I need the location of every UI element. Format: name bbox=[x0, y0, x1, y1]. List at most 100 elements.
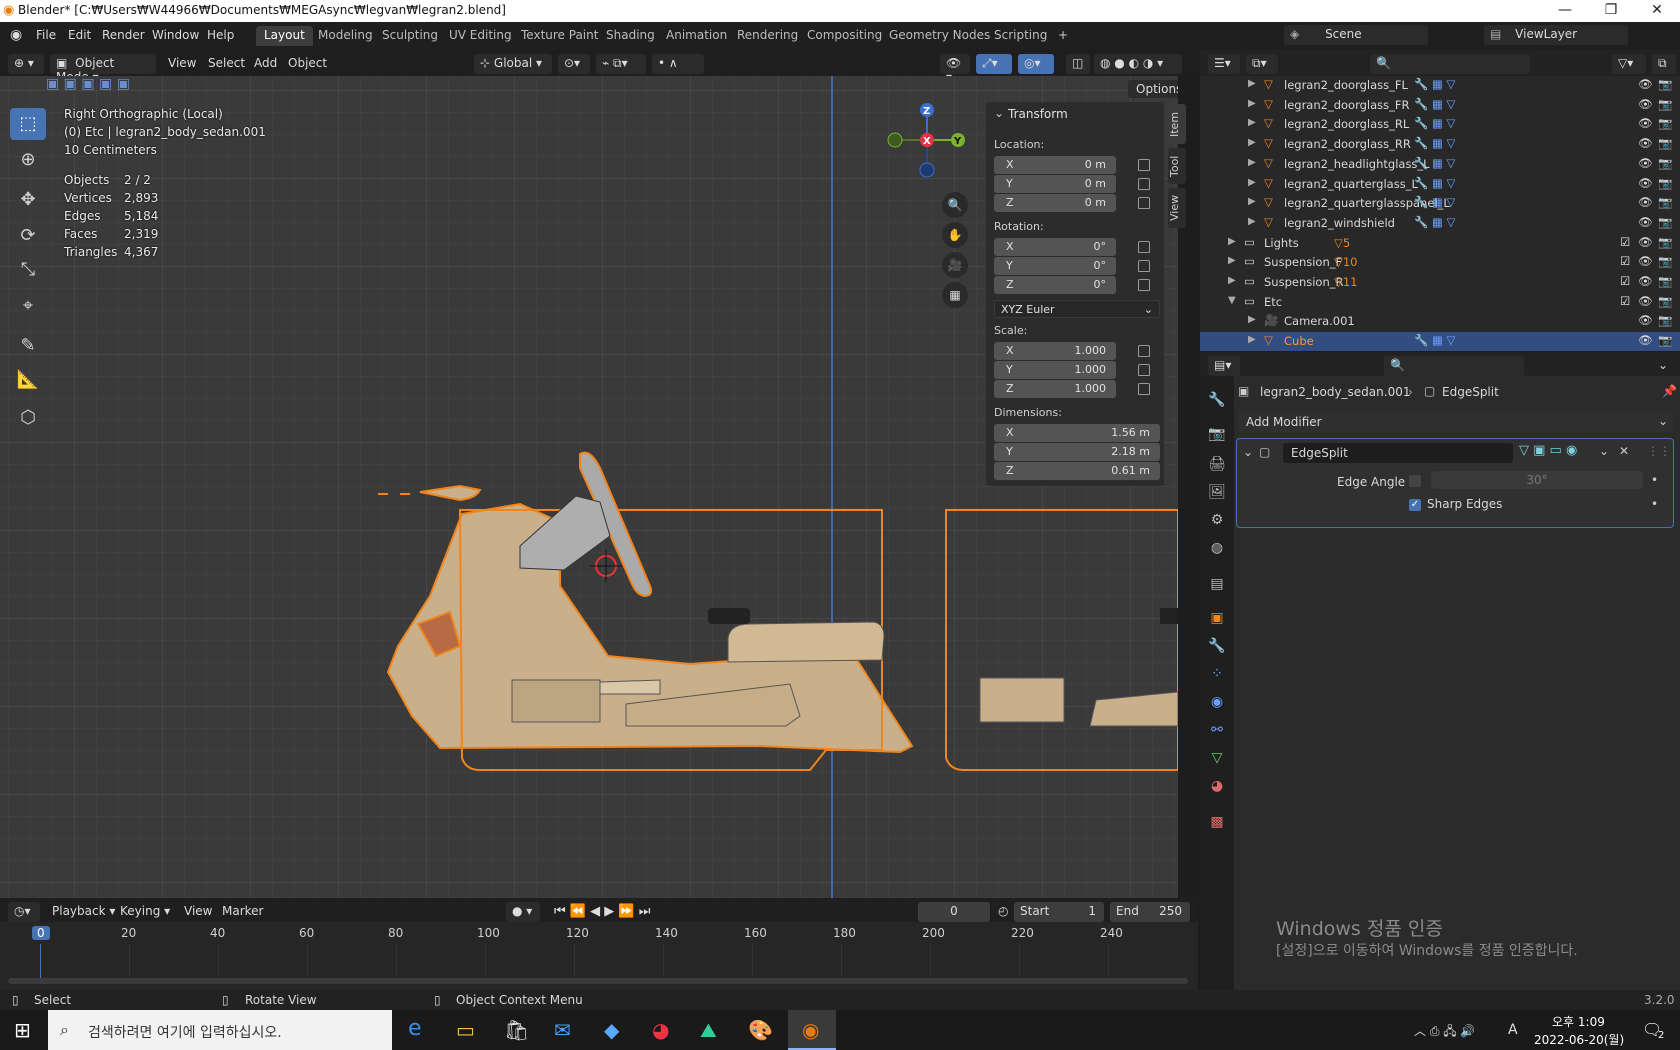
outliner-item[interactable]: ▼ ▭ Etc ☑ 👁 📷 bbox=[1200, 293, 1680, 312]
start-frame-field[interactable]: Start 1 bbox=[1014, 902, 1104, 922]
outliner-item[interactable]: ▶ ▽ legran2_doorglass_FL 🔧 ▦ ▽ 👁 📷 bbox=[1200, 76, 1680, 95]
outliner-search-input[interactable]: 🔍 bbox=[1370, 54, 1530, 74]
store-icon[interactable]: 🛍 bbox=[504, 1018, 529, 1042]
render-properties-icon[interactable]: 📷 bbox=[1205, 422, 1229, 446]
lock-icon[interactable] bbox=[1138, 178, 1150, 190]
mail-icon[interactable]: ✉ bbox=[554, 1018, 571, 1042]
chevron-down-icon[interactable]: ⌄ bbox=[1658, 358, 1668, 372]
pin-icon[interactable]: 📌 bbox=[1662, 384, 1677, 398]
exclude-checkbox[interactable]: ☑ bbox=[1620, 274, 1630, 288]
annotate-tool-icon[interactable]: ✎ bbox=[10, 330, 46, 362]
remove-modifier-icon[interactable]: ✕ bbox=[1619, 444, 1629, 458]
modifier-data-icons[interactable]: 🔧 ▦ ▽ bbox=[1414, 97, 1455, 111]
options-button[interactable]: Options bbox=[1128, 80, 1178, 98]
texture-properties-icon[interactable]: ▩ bbox=[1205, 810, 1229, 834]
modifier-data-icons[interactable]: 🔧 ▦ ▽ bbox=[1414, 195, 1455, 209]
modifier-toggle-icons[interactable]: ▽ ▣ ▭ ◉ bbox=[1519, 443, 1577, 458]
lock-icon[interactable] bbox=[1138, 279, 1150, 291]
timeline-scrollbar[interactable] bbox=[8, 978, 1188, 984]
add-cube-tool-icon[interactable]: ⬡ bbox=[10, 402, 46, 434]
dimensions-z-field[interactable]: Z 0.61 m bbox=[994, 462, 1160, 480]
modifier-data-icons[interactable]: 🔧 ▦ ▽ bbox=[1414, 176, 1455, 190]
add-modifier-dropdown[interactable]: Add Modifier ⌄ bbox=[1238, 412, 1674, 432]
render-camera-icon[interactable]: 📷 bbox=[1658, 235, 1672, 249]
collapse-chevron-icon[interactable]: ⌄ bbox=[1243, 445, 1253, 459]
input-language[interactable]: A bbox=[1508, 1022, 1518, 1038]
render-camera-icon[interactable]: 📷 bbox=[1658, 274, 1672, 288]
expand-down-icon[interactable]: ▼ bbox=[1228, 295, 1236, 306]
outliner-item[interactable]: ▶ ▽ Cube 🔧 ▦ ▽ 👁 📷 bbox=[1200, 332, 1680, 352]
blender-taskbar-button[interactable]: ◉ bbox=[788, 1010, 836, 1050]
transform-tool-icon[interactable]: ⌖ bbox=[10, 290, 46, 322]
maximize-button[interactable]: ❐ bbox=[1588, 0, 1634, 22]
rotation-y-field[interactable]: Y 0° bbox=[994, 257, 1116, 275]
dimensions-x-field[interactable]: X 1.56 m bbox=[994, 424, 1160, 442]
render-camera-icon[interactable]: 📷 bbox=[1658, 156, 1672, 170]
expand-right-icon[interactable]: ▶ bbox=[1248, 216, 1256, 227]
outliner-item[interactable]: ▶ ▽ legran2_headlightglass_L 🔧 ▦ ▽ 👁 📷 bbox=[1200, 155, 1680, 174]
animate-dot-icon[interactable]: • bbox=[1651, 473, 1658, 487]
expand-right-icon[interactable]: ▶ bbox=[1248, 98, 1256, 109]
tab-compositing[interactable]: Compositing bbox=[799, 26, 890, 46]
expand-right-icon[interactable]: ▶ bbox=[1248, 314, 1256, 325]
panel-header[interactable]: Transform bbox=[1008, 107, 1068, 121]
taskbar-search-box[interactable]: ⌕ 검색하려면 여기에 입력하십시오. bbox=[48, 1010, 392, 1050]
tab-uv-editing[interactable]: UV Editing bbox=[441, 26, 520, 46]
modifier-data-icons[interactable]: 🔧 ▦ ▽ bbox=[1414, 333, 1455, 347]
expand-right-icon[interactable]: ▶ bbox=[1228, 236, 1236, 247]
expand-right-icon[interactable]: ▶ bbox=[1248, 78, 1256, 89]
render-camera-icon[interactable]: 📷 bbox=[1658, 313, 1672, 327]
location-z-field[interactable]: Z0 m bbox=[994, 194, 1116, 212]
tab-item[interactable]: Item bbox=[1168, 104, 1186, 144]
visibility-eye-icon[interactable]: 👁 bbox=[1638, 254, 1653, 268]
visibility-eye-icon[interactable]: 👁 bbox=[1638, 156, 1653, 170]
lock-icon[interactable] bbox=[1138, 260, 1150, 272]
view-layer-icon[interactable]: 🖼 bbox=[1205, 480, 1229, 504]
paint-app-icon[interactable]: 🎨 bbox=[748, 1018, 773, 1042]
expand-right-icon[interactable]: ▶ bbox=[1248, 334, 1256, 345]
expand-right-icon[interactable]: ▶ bbox=[1248, 177, 1256, 188]
outliner-item[interactable]: ▶ ▽ legran2_windshield 🔧 ▦ ▽ 👁 📷 bbox=[1200, 214, 1680, 233]
lock-icon[interactable] bbox=[1138, 159, 1150, 171]
clock-date[interactable]: 2022-06-20(월) bbox=[1534, 1031, 1624, 1048]
lock-icon[interactable] bbox=[1138, 241, 1150, 253]
rotation-mode-dropdown[interactable]: XYZ Euler ⌄ bbox=[994, 300, 1160, 318]
location-x-field[interactable]: X0 m bbox=[994, 156, 1116, 174]
timer-icon[interactable]: ◴ bbox=[998, 904, 1008, 918]
tab-texture-paint[interactable]: Texture Paint bbox=[513, 26, 606, 46]
visibility-eye-icon[interactable]: 👁 bbox=[1638, 97, 1653, 111]
tab-animation[interactable]: Animation bbox=[658, 26, 735, 46]
location-y-field[interactable]: Y0 m bbox=[994, 175, 1116, 193]
pivot-icon[interactable]: ⊙▾ bbox=[558, 54, 590, 74]
lock-icon[interactable] bbox=[1138, 197, 1150, 209]
scene-selector[interactable]: ◈ Scene bbox=[1284, 25, 1428, 45]
object-properties-icon[interactable]: ▣ bbox=[1205, 606, 1229, 630]
minimize-button[interactable]: — bbox=[1542, 0, 1588, 22]
record-icon[interactable]: ● ▾ bbox=[506, 902, 540, 922]
orientation-selector[interactable]: ⊹ Global ▾ bbox=[474, 54, 552, 74]
rotation-z-field[interactable]: Z 0° bbox=[994, 276, 1116, 294]
visibility-eye-icon[interactable]: 👁 bbox=[1638, 136, 1653, 150]
scene-properties-icon[interactable]: ⚙ bbox=[1205, 508, 1229, 532]
modifier-data-icons[interactable]: 🔧 ▦ ▽ bbox=[1414, 156, 1455, 170]
scale-tool-icon[interactable]: ⤡ bbox=[10, 254, 46, 286]
editor-type-icon[interactable]: ⊕ ▾ bbox=[8, 54, 44, 74]
menu-window[interactable]: Window bbox=[152, 28, 199, 42]
menu-keying[interactable]: Keying ▾ bbox=[120, 904, 170, 918]
expand-right-icon[interactable]: ▶ bbox=[1248, 157, 1256, 168]
tab-layout[interactable]: Layout bbox=[256, 26, 313, 46]
edge-browser-icon[interactable]: e bbox=[408, 1016, 422, 1041]
outliner-item[interactable]: ▶ ▭ Suspension_R ▽11 ☑ 👁 📷 bbox=[1200, 273, 1680, 292]
lock-icon[interactable] bbox=[1138, 345, 1150, 357]
menu-timeline-view[interactable]: View bbox=[184, 904, 212, 918]
snap-icon[interactable]: ⌁ ⧉▾ bbox=[596, 54, 646, 74]
move-tool-icon[interactable]: ✥ bbox=[10, 184, 46, 216]
expand-right-icon[interactable]: ▶ bbox=[1228, 275, 1236, 286]
render-camera-icon[interactable]: 📷 bbox=[1658, 136, 1672, 150]
outliner-item[interactable]: ▶ ▭ Lights ▽5 ☑ 👁 📷 bbox=[1200, 234, 1680, 253]
menu-object[interactable]: Object bbox=[288, 56, 327, 70]
drag-handle-icon[interactable]: ⋮⋮ bbox=[1647, 444, 1671, 458]
grid-perspective-icon[interactable]: ▦ bbox=[942, 282, 968, 308]
data-properties-icon[interactable]: ▽ bbox=[1205, 746, 1229, 770]
tab-sculpting[interactable]: Sculpting bbox=[374, 26, 446, 46]
